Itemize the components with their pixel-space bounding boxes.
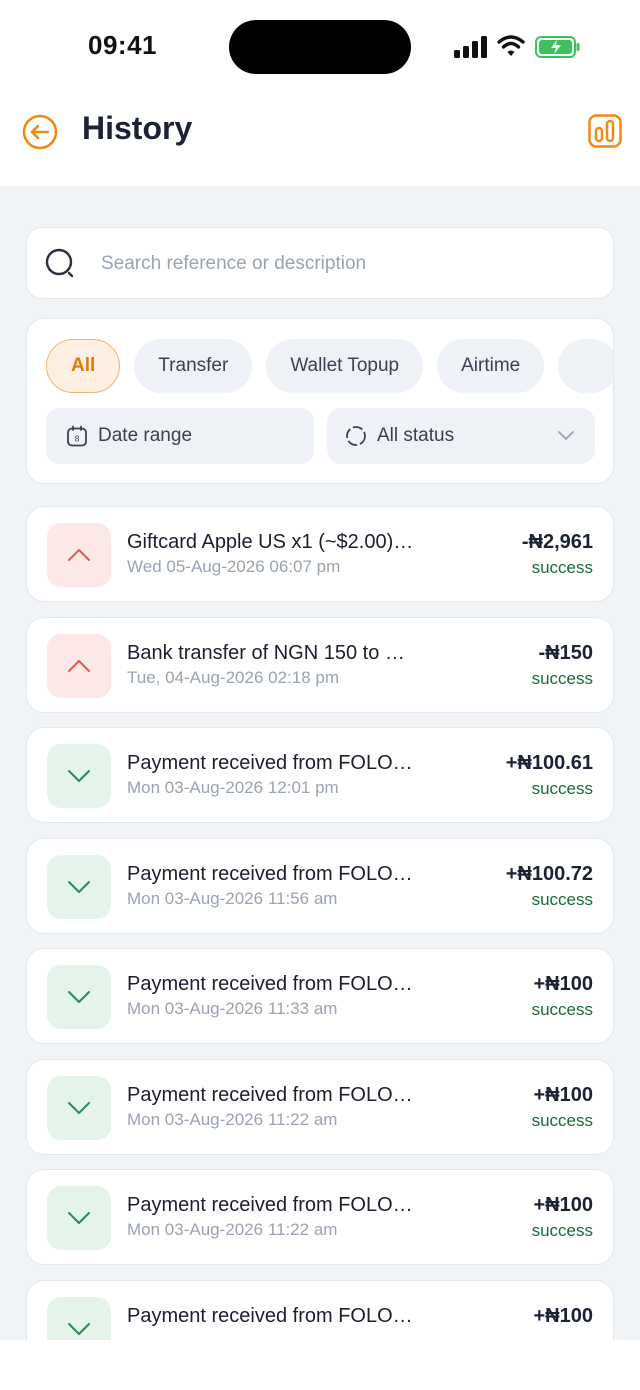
chevron-down-icon [558, 431, 574, 440]
transaction-row[interactable]: Giftcard Apple US x1 (~$2.00) delivered W… [26, 506, 614, 602]
wifi-icon [497, 35, 525, 56]
transaction-description: Payment received from FOLORUNSHO [127, 1194, 417, 1216]
back-arrow-icon[interactable] [22, 114, 58, 150]
status-select-label: All status [377, 425, 455, 446]
chevron-down-icon [68, 1322, 90, 1335]
transaction-description: Payment received from FOLORUNSHO [127, 1304, 417, 1327]
transaction-description: Bank transfer of NGN 150 to FOLORUNSHO [127, 641, 417, 664]
transaction-date: Mon 03-Aug-2026 11:33 am [127, 999, 338, 1018]
transaction-status: success [531, 1000, 593, 1019]
page-title: History [82, 110, 193, 146]
transaction-row[interactable]: Payment received from FOLORUNSHO Mon 03-A… [26, 1058, 614, 1155]
transaction-amount: +₦100 [533, 1083, 594, 1106]
history-content: All Transfer Wallet Topup Airtime 8 Date… [0, 186, 640, 1340]
cellular-signal-icon [454, 36, 487, 58]
header: History [0, 96, 640, 186]
transaction-description: Payment received from FOLORUNSHO [127, 752, 417, 774]
date-range-label: Date range [98, 425, 193, 446]
transaction-date: Wed 05-Aug-2026 06:07 pm [127, 557, 341, 576]
chevron-up-icon [68, 549, 90, 561]
transaction-row[interactable]: Payment received from FOLORUNSHO Mon 03-A… [26, 727, 614, 823]
transaction-direction-badge [47, 523, 111, 587]
transaction-direction-badge [47, 633, 111, 698]
chip-more[interactable] [558, 339, 613, 393]
chip-all[interactable]: All [46, 339, 121, 393]
battery-charging-icon [535, 36, 580, 58]
transaction-date: Tue, 04-Aug-2026 02:18 pm [127, 667, 340, 687]
filter-chips: All Transfer Wallet Topup Airtime [46, 339, 613, 393]
search-icon [45, 248, 74, 278]
transaction-amount: -₦150 [538, 641, 593, 664]
chevron-down-icon [68, 880, 90, 893]
search-bar [26, 227, 614, 299]
transaction-status: success [531, 779, 593, 798]
transaction-status: success [531, 558, 593, 577]
transaction-description: Payment received from FOLORUNSHO [127, 973, 417, 995]
transaction-description: Payment received from FOLORUNSHO [127, 1083, 417, 1106]
transaction-status: success [531, 668, 593, 688]
bar-chart-icon[interactable] [588, 114, 622, 148]
chevron-down-icon [68, 991, 90, 1003]
bottom-safe-area [0, 1340, 640, 1390]
transaction-date: Mon 03-Aug-2026 11:56 am [127, 888, 338, 908]
transaction-direction-badge [47, 1296, 111, 1340]
status-select[interactable]: All status [327, 408, 595, 464]
status-time: 09:41 [88, 30, 157, 60]
transaction-row[interactable]: Payment received from FOLORUNSHO +₦100 [26, 1279, 614, 1340]
transaction-row[interactable]: Bank transfer of NGN 150 to FOLORUNSHO Tu… [26, 616, 614, 713]
chip-transfer[interactable]: Transfer [134, 339, 253, 393]
transaction-direction-badge [47, 1075, 111, 1140]
chip-wallet-topup[interactable]: Wallet Topup [266, 339, 424, 393]
calendar-icon: 8 [67, 425, 87, 447]
transaction-status: success [531, 1221, 593, 1240]
transaction-row[interactable]: Payment received from FOLORUNSHO Mon 03-A… [26, 948, 614, 1044]
transaction-amount: +₦100.61 [505, 752, 593, 774]
transaction-date: Mon 03-Aug-2026 11:22 am [127, 1109, 338, 1129]
transaction-amount: +₦100 [533, 1304, 594, 1327]
transaction-row[interactable]: Payment received from FOLORUNSHO Mon 03-A… [26, 837, 614, 934]
filter-panel: All Transfer Wallet Topup Airtime 8 Date… [26, 318, 614, 484]
chip-airtime[interactable]: Airtime [437, 339, 545, 393]
search-input[interactable] [101, 246, 591, 282]
transaction-amount: -₦2,961 [521, 531, 593, 553]
chevron-down-icon [68, 1212, 90, 1224]
transaction-date: Mon 03-Aug-2026 11:22 am [127, 1220, 338, 1239]
transaction-date: Mon 03-Aug-2026 12:01 pm [127, 778, 339, 797]
status-circle-icon [346, 426, 366, 446]
chevron-down-icon [68, 1101, 90, 1114]
transaction-direction-badge [47, 965, 111, 1029]
chevron-up-icon [68, 659, 90, 672]
date-range-button[interactable]: 8 Date range [46, 408, 314, 464]
dynamic-island [229, 20, 411, 74]
svg-text:8: 8 [74, 435, 79, 444]
transaction-direction-badge [47, 1186, 111, 1250]
transaction-row[interactable]: Payment received from FOLORUNSHO Mon 03-A… [26, 1169, 614, 1265]
chevron-down-icon [68, 770, 90, 782]
transaction-description: Payment received from FOLORUNSHO [127, 862, 417, 885]
transaction-amount: +₦100.72 [505, 862, 593, 885]
transaction-status: success [531, 1110, 593, 1130]
transaction-status: success [531, 889, 593, 909]
transaction-amount: +₦100 [533, 973, 594, 995]
transaction-direction-badge [47, 854, 111, 919]
status-bar: 09:41 [0, 0, 640, 96]
transaction-description: Giftcard Apple US x1 (~$2.00) delivered [127, 531, 417, 553]
transaction-direction-badge [47, 744, 111, 808]
transaction-amount: +₦100 [533, 1194, 594, 1216]
